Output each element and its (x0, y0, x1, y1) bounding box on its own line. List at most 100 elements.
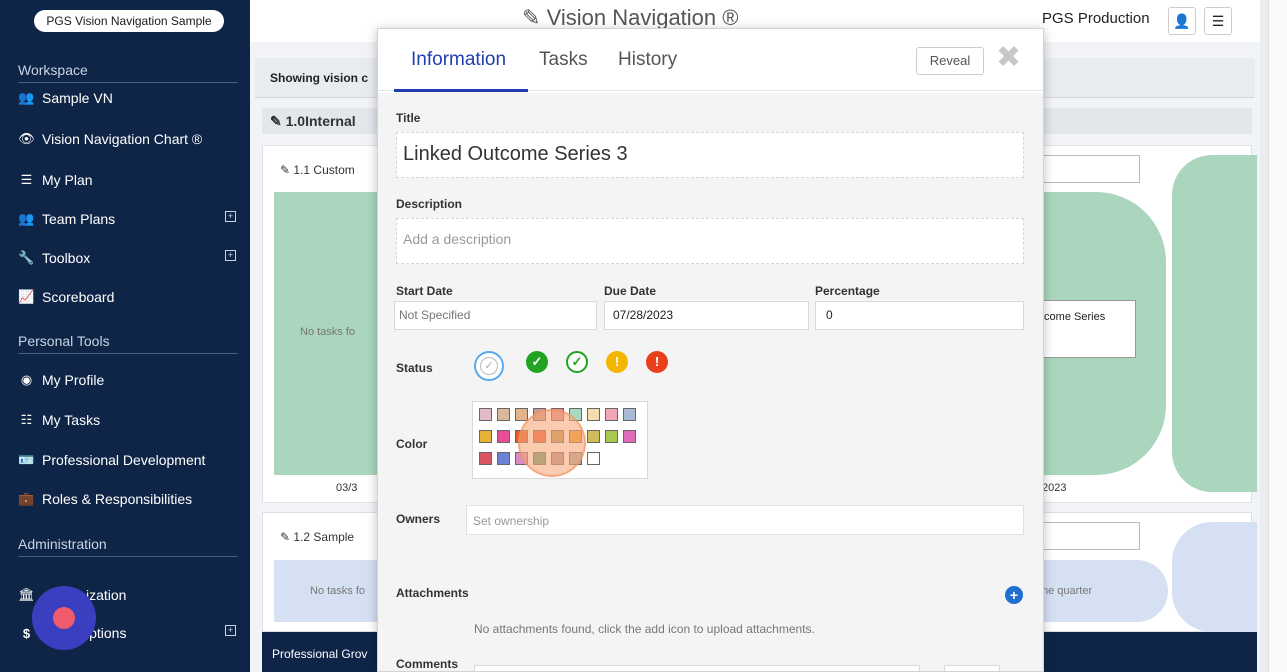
start-date-label: Start Date (396, 284, 453, 298)
expand-icon[interactable]: + (225, 250, 236, 261)
title-label: Title (396, 111, 421, 125)
sidebar-item-label: Team Plans (42, 211, 116, 227)
outcome-lane (1172, 522, 1257, 632)
no-tasks-text: No tasks fo (310, 585, 366, 597)
org-selector[interactable]: PGS Vision Navigation Sample (34, 10, 224, 32)
edit-icon: ✎ (522, 5, 541, 30)
user-icon: 👤 (1173, 13, 1191, 29)
sidebar-item-team-plans[interactable]: 👥 Team Plans + (18, 208, 240, 230)
sidebar-item-scoreboard[interactable]: 📈 Scoreboard (18, 286, 240, 308)
due-date-field[interactable]: 07/28/2023 (604, 301, 809, 330)
expand-icon[interactable]: + (225, 211, 236, 222)
tab-tasks[interactable]: Tasks (539, 49, 588, 71)
color-swatch[interactable] (623, 408, 636, 421)
sidebar-item-roles-responsibilities[interactable]: 💼 Roles & Responsibilities (18, 488, 240, 510)
lane-date: 03/3 (336, 482, 358, 494)
card-title[interactable]: ✎ 1.1 Custom (280, 163, 355, 177)
board-showing-text: Showing vision c (270, 71, 369, 85)
wrench-icon: 🔧 (18, 250, 35, 265)
color-swatch[interactable] (479, 408, 492, 421)
comment-input[interactable] (474, 665, 920, 671)
description-label: Description (396, 197, 463, 211)
color-swatch[interactable] (623, 430, 636, 443)
color-swatch[interactable] (497, 452, 510, 465)
edit-icon: ✎ (280, 163, 291, 177)
status-label: Status (396, 361, 433, 375)
percentage-field[interactable]: 0 (815, 301, 1024, 330)
outcome-node[interactable]: tcome Series (1038, 300, 1136, 358)
group-icon: 👥 (18, 90, 35, 105)
expand-icon[interactable]: + (225, 625, 236, 636)
color-swatch[interactable] (587, 408, 600, 421)
sidebar-item-label: Vision Navigation Chart ® (42, 131, 203, 147)
tab-information[interactable]: Information (411, 49, 506, 71)
status-on-track-icon[interactable]: ✓ (566, 351, 588, 373)
color-swatch[interactable] (605, 430, 618, 443)
color-swatch[interactable] (587, 430, 600, 443)
lane-text: he quarter (1042, 585, 1093, 597)
sidebar-item-toolbox[interactable]: 🔧 Toolbox + (18, 247, 240, 269)
attachments-empty-text: No attachments found, click the add icon… (474, 622, 815, 636)
card-title[interactable]: ✎ 1.2 Sample (280, 530, 354, 544)
comment-submit-button[interactable] (944, 665, 1000, 671)
description-field[interactable]: Add a description (396, 218, 1024, 264)
section-personal-tools: Personal Tools (18, 333, 238, 354)
section-administration: Administration (18, 536, 238, 557)
status-not-started-option[interactable]: ✓ (474, 351, 504, 381)
color-swatch[interactable] (587, 452, 600, 465)
color-swatch[interactable] (479, 452, 492, 465)
user-button[interactable]: 👤 (1168, 7, 1196, 35)
board-input[interactable] (1038, 522, 1140, 550)
status-warning-icon[interactable]: ! (606, 351, 628, 373)
attachments-label: Attachments (396, 586, 469, 600)
menu-button[interactable]: ☰ (1204, 7, 1232, 35)
card-title-label: 1.1 Custom (293, 163, 355, 177)
id-card-icon: 🪪 (18, 452, 35, 467)
color-swatch[interactable] (605, 408, 618, 421)
sidebar-item-professional-development[interactable]: 🪪 Professional Development (18, 449, 240, 471)
line-chart-icon: 📈 (18, 289, 35, 304)
hamburger-icon: ☰ (1211, 13, 1225, 29)
reveal-button[interactable]: Reveal (916, 47, 984, 75)
sidebar-item-my-profile[interactable]: ◉ My Profile (18, 369, 240, 391)
sidebar-item-sample-vn[interactable]: 👥 Sample VN (18, 87, 240, 109)
board-section-label: 1.0Internal (285, 113, 356, 129)
production-label: PGS Production (1042, 10, 1150, 27)
record-fab-button[interactable] (32, 586, 96, 650)
user-circle-icon: ◉ (20, 372, 33, 387)
title-field[interactable]: Linked Outcome Series 3 (396, 132, 1024, 178)
color-swatch[interactable] (479, 430, 492, 443)
sidebar-item-label: Scoreboard (42, 289, 115, 305)
board-section-title[interactable]: ✎ 1.0Internal (270, 113, 356, 130)
sidebar-item-label: My Profile (42, 372, 105, 388)
briefcase-icon: 💼 (18, 491, 35, 506)
close-icon[interactable]: ✖ (996, 43, 1021, 73)
board-input[interactable] (1038, 155, 1140, 183)
no-tasks-text: No tasks fo (300, 326, 356, 338)
cursor-highlight (518, 409, 586, 477)
sidebar-item-my-plan[interactable]: ☰ My Plan (18, 169, 240, 191)
status-error-icon[interactable]: ! (646, 351, 668, 373)
edit-icon: ✎ (270, 113, 282, 129)
add-attachment-icon[interactable]: + (1005, 586, 1023, 604)
lane-date: 2023 (1042, 482, 1067, 494)
sidebar: PGS Vision Navigation Sample Workspace 👥… (0, 0, 250, 672)
check-circle-outline-icon: ✓ (480, 357, 498, 375)
app-root: PGS Vision Navigation Sample Workspace 👥… (0, 0, 1287, 672)
modal-body (378, 93, 1043, 671)
app-title-text: Vision Navigation ® (546, 5, 739, 30)
sidebar-item-my-tasks[interactable]: ☷ My Tasks (18, 409, 240, 431)
color-swatch[interactable] (497, 430, 510, 443)
owners-field[interactable]: Set ownership (466, 505, 1024, 535)
sidebar-item-label: My Plan (42, 172, 93, 188)
tab-history[interactable]: History (618, 49, 677, 71)
color-swatch[interactable] (497, 408, 510, 421)
right-edge-panel (1268, 0, 1287, 672)
comments-label: Comments (396, 657, 459, 671)
card-title-label: 1.2 Sample (293, 530, 355, 544)
eye-icon: 👁 (18, 131, 35, 146)
edit-icon: ✎ (280, 530, 291, 544)
status-complete-icon[interactable]: ✓ (526, 351, 548, 373)
start-date-field[interactable]: Not Specified (394, 301, 597, 330)
sidebar-item-vision-chart[interactable]: 👁 Vision Navigation Chart ® (18, 128, 240, 150)
